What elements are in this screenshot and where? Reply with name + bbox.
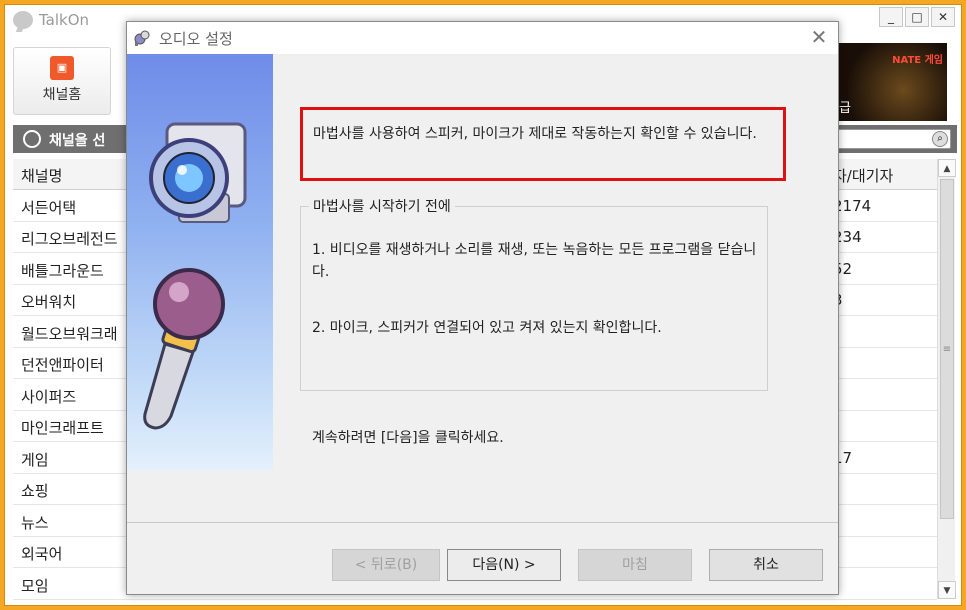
channel-name: 서든어택 [21,199,77,217]
before-start-group: 마법사를 시작하기 전에 1. 비디오를 재생하거나 소리를 재생, 또는 녹음… [300,196,768,391]
wizard-content: 마법사를 사용하여 스피커, 마이크가 제대로 작동하는지 확인할 수 있습니다… [273,54,838,470]
list-scrollbar[interactable]: ▲ ≡ ▼ [937,159,956,599]
banner-brand: NATE 게임 [892,55,943,66]
channel-home-icon: ▣ [50,56,74,80]
wizard-sidebar-image [127,54,273,470]
maximize-button[interactable]: □ [905,7,929,27]
webcam-microphone-illustration [143,122,247,430]
channel-name: 배틀그라운드 [21,262,104,280]
next-button[interactable]: 다음(N) > [447,549,561,581]
dialog-close-icon[interactable]: ✕ [808,26,830,48]
channel-name: 사이퍼즈 [21,388,77,406]
dialog-titlebar: 오디오 설정 ✕ [127,22,838,54]
banner-label: 급 [839,101,851,116]
scroll-up-icon[interactable]: ▲ [938,159,956,177]
game-banner[interactable]: NATE 게임 급 [837,43,947,121]
channel-name: 뉴스 [21,514,49,532]
channel-name: 외국어 [21,545,63,563]
search-bar-title: 채널을 선 [49,133,106,149]
channel-name: 던전앤파이터 [21,356,104,374]
channel-name: 오버워치 [21,293,77,311]
channel-name: 게임 [21,451,49,469]
close-button[interactable]: ✕ [931,7,955,27]
channel-name: 쇼핑 [21,482,49,500]
dialog-title: 오디오 설정 [159,30,233,48]
channel-name: 월드오브워크래 [21,325,118,343]
scroll-thumb[interactable]: ≡ [940,179,954,519]
cancel-button[interactable]: 취소 [709,549,823,581]
refresh-icon[interactable] [23,130,41,148]
back-button[interactable]: < 뒤로(B) [332,549,440,581]
button-divider [127,522,838,523]
minimize-button[interactable]: _ [879,7,903,27]
finish-button[interactable]: 마침 [578,549,692,581]
webcam-icon [149,122,247,223]
column-header-name[interactable]: 채널명 [21,165,62,186]
channel-name: 리그오브레전드 [21,230,118,248]
audio-settings-icon [134,30,150,46]
scroll-down-icon[interactable]: ▼ [938,581,956,599]
search-icon[interactable]: ⌕ [932,131,948,147]
audio-settings-dialog: 오디오 설정 ✕ 마법사를 사용하여 스피커, 마이크가 제대로 작동하는지 확… [126,21,839,595]
intro-text: 마법사를 사용하여 스피커, 마이크가 제대로 작동하는지 확인할 수 있습니다… [313,126,757,142]
search-input[interactable]: ⌕ [823,129,951,149]
group-title: 마법사를 시작하기 전에 [309,196,455,216]
channel-home-label: 채널홈 [42,87,82,103]
column-header-count[interactable]: 자/대기자 [833,165,893,186]
window-controls: _ □ ✕ [879,7,955,27]
channel-home-button[interactable]: ▣ 채널홈 [13,47,111,115]
instruction-item: 2. 마이크, 스피커가 연결되어 있고 켜져 있는지 확인합니다. [312,320,662,336]
channel-name: 모임 [21,577,49,595]
talkon-logo-icon [13,11,33,29]
microphone-icon [143,268,225,430]
app-title: TalkOn [39,11,90,29]
continue-text: 계속하려면 [다음]을 클릭하세요. [312,430,504,446]
intro-highlight-box: 마법사를 사용하여 스피커, 마이크가 제대로 작동하는지 확인할 수 있습니다… [300,107,786,181]
instruction-item: 1. 비디오를 재생하거나 소리를 재생, 또는 녹음하는 모든 프로그램을 닫… [312,242,757,280]
channel-name: 마인크래프트 [21,419,104,437]
